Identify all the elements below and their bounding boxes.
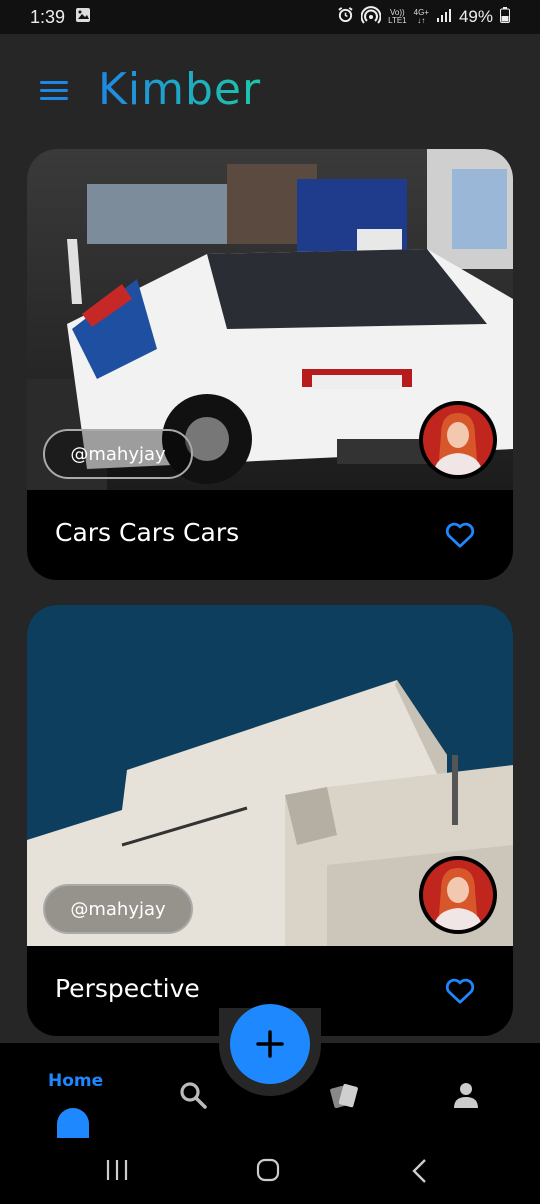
menu-button[interactable] bbox=[40, 81, 70, 103]
status-time: 1:39 bbox=[30, 6, 66, 27]
volte-indicator: Vo)) LTE1 bbox=[388, 9, 407, 25]
person-icon bbox=[454, 1083, 478, 1108]
post-image[interactable]: @mahyjay bbox=[27, 149, 513, 490]
recents-icon bbox=[106, 1160, 128, 1180]
battery-icon bbox=[500, 6, 510, 28]
like-button[interactable] bbox=[445, 521, 475, 549]
system-nav bbox=[0, 1143, 540, 1204]
plus-icon bbox=[256, 1030, 284, 1058]
menu-icon-bar bbox=[40, 97, 68, 100]
recents-button[interactable] bbox=[104, 1158, 130, 1186]
menu-icon bbox=[40, 81, 68, 84]
home-circle-icon bbox=[256, 1158, 280, 1182]
network-indicator: 4G+ ↓↑ bbox=[414, 9, 429, 25]
status-right: Vo)) LTE1 4G+ ↓↑ 49% bbox=[337, 5, 510, 29]
app-title: Kimber bbox=[98, 64, 262, 115]
active-tab-indicator bbox=[57, 1108, 89, 1138]
author-avatar[interactable] bbox=[419, 401, 497, 479]
author-handle[interactable]: @mahyjay bbox=[43, 429, 193, 479]
signal-icon bbox=[436, 7, 452, 27]
hotspot-icon bbox=[360, 5, 382, 29]
like-button[interactable] bbox=[445, 977, 475, 1005]
avatar-portrait bbox=[423, 860, 493, 930]
add-post-button[interactable] bbox=[230, 1004, 310, 1084]
post-card[interactable]: @mahyjay Cars Cars Cars bbox=[27, 149, 513, 580]
app-header: Kimber bbox=[0, 34, 540, 149]
alarm-icon bbox=[337, 6, 354, 28]
nav-home[interactable]: Home bbox=[40, 1066, 106, 1138]
author-avatar[interactable] bbox=[419, 856, 497, 934]
network-arrows: ↓↑ bbox=[417, 16, 426, 25]
nav-profile[interactable] bbox=[452, 1081, 480, 1113]
gallery-notification-icon bbox=[75, 7, 91, 28]
post-footer: Cars Cars Cars bbox=[27, 490, 513, 580]
post-card[interactable]: @mahyjay Perspective bbox=[27, 605, 513, 1036]
nav-home-label: Home bbox=[48, 1071, 104, 1091]
author-handle[interactable]: @mahyjay bbox=[43, 884, 193, 934]
volte-bottom: LTE1 bbox=[388, 16, 407, 25]
heart-outline-icon bbox=[445, 522, 475, 548]
back-button[interactable] bbox=[410, 1158, 430, 1188]
back-chevron-icon bbox=[412, 1159, 426, 1183]
cards-icon bbox=[330, 1083, 358, 1109]
heart-outline-icon bbox=[445, 978, 475, 1004]
home-button[interactable] bbox=[256, 1158, 280, 1186]
nav-cards[interactable] bbox=[328, 1080, 362, 1116]
menu-icon-bar bbox=[40, 89, 68, 92]
post-image[interactable]: @mahyjay bbox=[27, 605, 513, 946]
avatar-portrait bbox=[423, 405, 493, 475]
post-title: Cars Cars Cars bbox=[55, 518, 240, 547]
search-icon bbox=[180, 1082, 207, 1109]
nav-search[interactable] bbox=[178, 1080, 208, 1114]
post-title: Perspective bbox=[55, 974, 200, 1003]
battery-percent: 49% bbox=[458, 7, 493, 26]
status-bar: 1:39 Vo)) LTE1 4G+ ↓↑ 49% bbox=[0, 0, 540, 34]
status-left: 1:39 bbox=[30, 7, 91, 28]
